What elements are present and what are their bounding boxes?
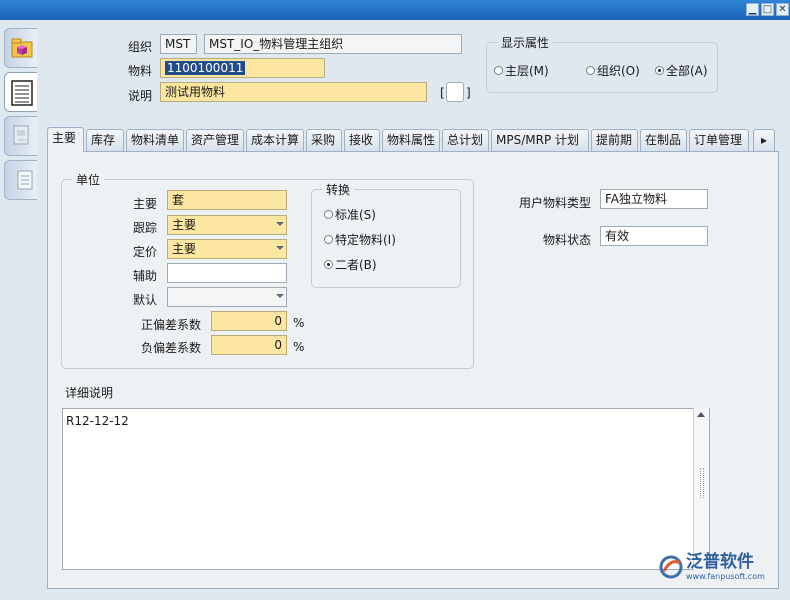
tab-mps-mrp-planning[interactable]: MPS/MRP 计划 xyxy=(491,129,589,151)
tab-purchasing[interactable]: 采购 xyxy=(306,129,342,151)
radio-org-level[interactable]: 组织(O) xyxy=(586,62,640,79)
window-titlebar: ▁ □ ✕ xyxy=(0,0,790,20)
logo-text: 泛普软件 xyxy=(686,552,754,572)
pricing-label: 定价 xyxy=(133,245,158,259)
pricing-value: 主要 xyxy=(172,242,197,256)
main-tab-panel: 单位 主要 套 跟踪 主要 定价 主要 辅助 默认 正偏差系数 0 % 负偏差系… xyxy=(47,151,779,589)
radio-dot xyxy=(494,66,503,75)
org-name-field[interactable]: MST_IO_物料管理主组织 xyxy=(204,34,462,54)
user-item-type-label: 用户物料类型 xyxy=(519,196,592,210)
rail-folder-button[interactable] xyxy=(4,28,37,68)
maximize-icon[interactable]: □ xyxy=(761,3,774,16)
rail-list-button[interactable] xyxy=(4,72,37,112)
flexfield-button[interactable] xyxy=(446,82,464,102)
tab-bom[interactable]: 物料清单 xyxy=(126,129,184,151)
chevron-down-icon xyxy=(276,294,284,298)
detail-description-label: 详细说明 xyxy=(65,386,114,400)
flex-bracket-left: [ xyxy=(440,86,445,100)
display-attributes-group: 显示属性 主层(M) 组织(O) 全部(A) xyxy=(486,34,718,93)
item-status-label: 物料状态 xyxy=(543,233,592,247)
radio-both[interactable]: 二者(B) xyxy=(324,256,377,273)
secondary-uom-label: 辅助 xyxy=(133,269,158,283)
watermark-logo: 泛普软件 www.fanpusoft.com xyxy=(658,553,765,581)
radio-master-level[interactable]: 主层(M) xyxy=(494,62,549,79)
logo-mark-icon xyxy=(659,555,683,579)
radio-standard[interactable]: 标准(S) xyxy=(324,206,376,223)
radio-dot-selected xyxy=(324,260,333,269)
radio-master-level-label: 主层(M) xyxy=(505,64,549,78)
minimize-icon[interactable]: ▁ xyxy=(746,3,759,16)
tab-costing[interactable]: 成本计算 xyxy=(246,129,304,151)
tracking-label: 跟踪 xyxy=(133,221,158,235)
tab-asset-management[interactable]: 资产管理 xyxy=(186,129,244,151)
description-label: 说明 xyxy=(128,89,153,103)
tree-list-icon xyxy=(11,170,33,190)
positive-deviation-label: 正偏差系数 xyxy=(141,318,202,332)
primary-uom-label: 主要 xyxy=(133,197,158,211)
negative-deviation-label: 负偏差系数 xyxy=(141,341,202,355)
radio-org-level-label: 组织(O) xyxy=(597,64,640,78)
negative-deviation-field[interactable]: 0 xyxy=(211,335,287,355)
tab-main[interactable]: 主要 xyxy=(47,127,84,152)
rail-tree-button[interactable] xyxy=(4,160,37,200)
primary-uom-field[interactable]: 套 xyxy=(167,190,287,210)
negative-deviation-percent: % xyxy=(293,340,305,354)
list-icon xyxy=(11,80,33,106)
tracking-value: 主要 xyxy=(172,218,197,232)
close-icon[interactable]: ✕ xyxy=(776,3,789,16)
radio-item-specific-label: 特定物料(I) xyxy=(335,233,396,247)
left-rail xyxy=(0,20,40,600)
rail-doc-button[interactable] xyxy=(4,116,37,156)
description-field[interactable]: 测试用物料 xyxy=(160,82,427,102)
conversion-group-title: 转换 xyxy=(322,181,355,198)
radio-dot xyxy=(586,66,595,75)
radio-all[interactable]: 全部(A) xyxy=(655,62,708,79)
radio-dot-selected xyxy=(655,66,664,75)
secondary-uom-field[interactable] xyxy=(167,263,287,283)
folder-cube-icon xyxy=(11,38,33,58)
unit-group-title: 单位 xyxy=(72,171,105,188)
radio-standard-label: 标准(S) xyxy=(335,208,376,222)
chevron-down-icon xyxy=(276,246,284,250)
item-label: 物料 xyxy=(128,64,153,78)
tab-general-planning[interactable]: 总计划 xyxy=(442,129,489,151)
display-attributes-title: 显示属性 xyxy=(497,34,554,51)
radio-both-label: 二者(B) xyxy=(335,258,377,272)
tab-strip: 主要 库存 物料清单 资产管理 成本计算 采购 接收 物料属性 总计划 MPS/… xyxy=(47,127,779,152)
item-value: 1100100011 xyxy=(165,61,246,75)
tab-lead-times[interactable]: 提前期 xyxy=(591,129,638,151)
tracking-select[interactable]: 主要 xyxy=(167,215,287,235)
flex-bracket-right: ] xyxy=(466,86,471,100)
tab-scroll-right[interactable]: ▸ xyxy=(753,129,775,151)
radio-dot xyxy=(324,235,333,244)
tab-receiving[interactable]: 接收 xyxy=(344,129,380,151)
tab-wip[interactable]: 在制品 xyxy=(640,129,687,151)
radio-dot xyxy=(324,210,333,219)
arrow-right-icon: ▸ xyxy=(760,133,768,147)
radio-item-specific[interactable]: 特定物料(I) xyxy=(324,231,396,248)
tab-order-management[interactable]: 订单管理 xyxy=(689,129,749,151)
org-code-field[interactable]: MST xyxy=(160,34,197,54)
item-field[interactable]: 1100100011 xyxy=(160,58,325,78)
default-label: 默认 xyxy=(133,293,158,307)
unit-group: 单位 主要 套 跟踪 主要 定价 主要 辅助 默认 正偏差系数 0 % 负偏差系… xyxy=(61,171,474,369)
user-item-type-field[interactable]: FA独立物料 xyxy=(600,189,708,209)
default-select[interactable] xyxy=(167,287,287,307)
detail-description-textarea[interactable]: R12-12-12 xyxy=(62,408,710,570)
conversion-group: 转换 标准(S) 特定物料(I) 二者(B) xyxy=(311,181,461,288)
positive-deviation-percent: % xyxy=(293,316,305,330)
logo-url-text: www.fanpusoft.com xyxy=(686,572,765,581)
tab-item-attributes[interactable]: 物料属性 xyxy=(382,129,440,151)
pricing-select[interactable]: 主要 xyxy=(167,239,287,259)
positive-deviation-field[interactable]: 0 xyxy=(211,311,287,331)
chevron-down-icon xyxy=(276,222,284,226)
scroll-grip[interactable] xyxy=(700,468,704,498)
scroll-up-icon[interactable] xyxy=(697,412,705,417)
detail-scrollbar[interactable] xyxy=(693,408,709,570)
item-status-field[interactable]: 有效 xyxy=(600,226,708,246)
radio-all-label: 全部(A) xyxy=(666,64,708,78)
org-label: 组织 xyxy=(128,40,153,54)
tab-inventory[interactable]: 库存 xyxy=(86,129,124,151)
document-icon xyxy=(13,125,29,145)
